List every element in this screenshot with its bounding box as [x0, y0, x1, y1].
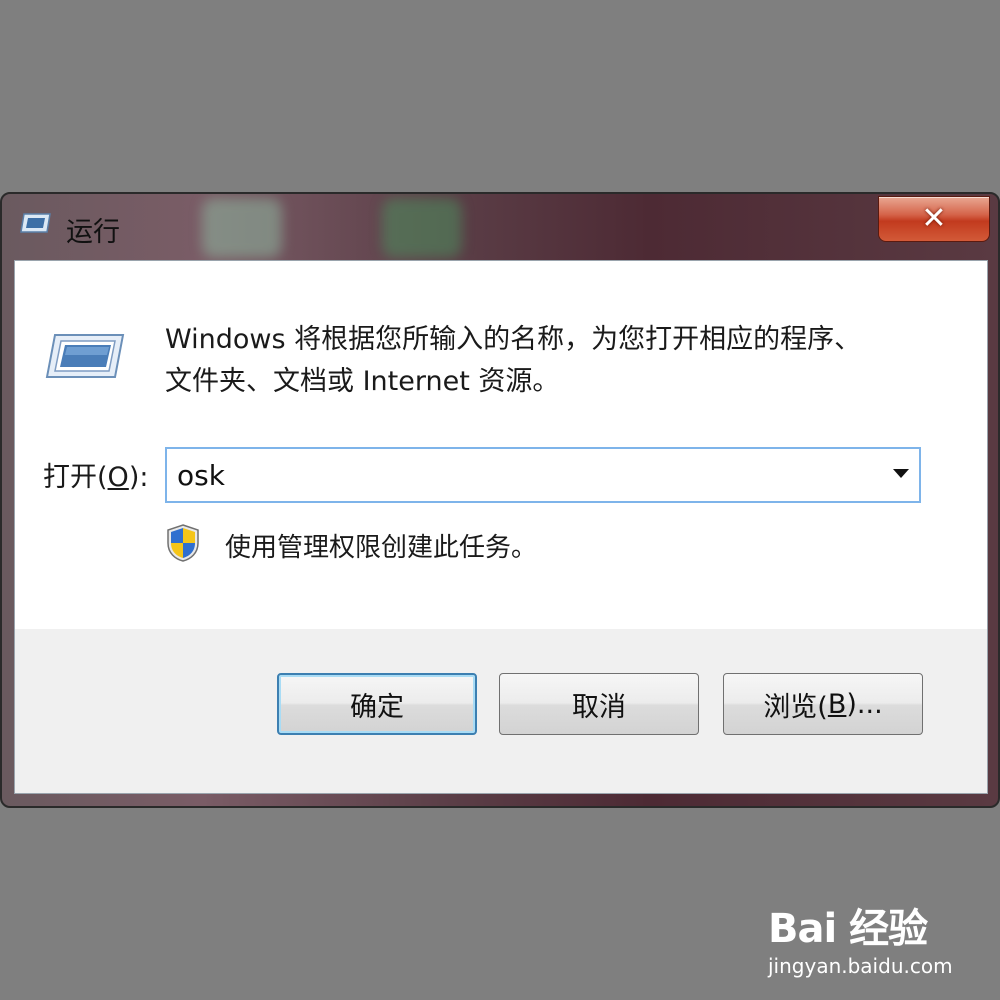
close-icon: ✕ — [921, 201, 947, 236]
watermark-url: jingyan.baidu.com — [768, 954, 953, 978]
browse-button[interactable]: 浏览(B)... — [723, 673, 923, 735]
open-label-accesskey: O — [107, 462, 129, 493]
window-title: 运行 — [66, 217, 120, 248]
run-icon — [45, 334, 125, 378]
cancel-button[interactable]: 取消 — [499, 673, 699, 735]
screen: 运行 ✕ Windows 将根据您所输入的名称，为您打开相应的程序、 文件夹、文… — [0, 0, 1000, 1000]
uac-shield-icon — [167, 524, 199, 562]
open-input[interactable] — [167, 449, 877, 501]
close-button[interactable]: ✕ — [878, 196, 990, 242]
description-line: Windows 将根据您所输入的名称，为您打开相应的程序、 — [165, 324, 862, 355]
open-label-prefix: 打开( — [43, 462, 108, 493]
browse-accesskey: B — [827, 688, 847, 720]
browse-label-suffix: )... — [846, 688, 883, 720]
browse-label-prefix: 浏览( — [763, 691, 828, 723]
open-label: 打开(O): — [43, 455, 148, 494]
description-text: Windows 将根据您所输入的名称，为您打开相应的程序、 文件夹、文档或 In… — [165, 319, 955, 403]
title-bar[interactable]: 运行 ✕ — [2, 194, 998, 260]
open-combobox[interactable] — [165, 447, 921, 503]
open-label-suffix: ): — [128, 462, 149, 493]
baidu-watermark: Bai 经验 jingyan.baidu.com — [768, 896, 968, 986]
dialog-body: Windows 将根据您所输入的名称，为您打开相应的程序、 文件夹、文档或 In… — [14, 260, 988, 794]
description-line: 文件夹、文档或 Internet 资源。 — [165, 366, 560, 397]
admin-privilege-text: 使用管理权限创建此任务。 — [225, 533, 538, 563]
run-icon — [20, 213, 51, 233]
run-dialog: 运行 ✕ Windows 将根据您所输入的名称，为您打开相应的程序、 文件夹、文… — [0, 192, 1000, 808]
watermark-logo: Bai 经验 — [768, 906, 928, 952]
ok-button[interactable]: 确定 — [277, 673, 477, 735]
chevron-down-icon[interactable] — [893, 469, 909, 478]
